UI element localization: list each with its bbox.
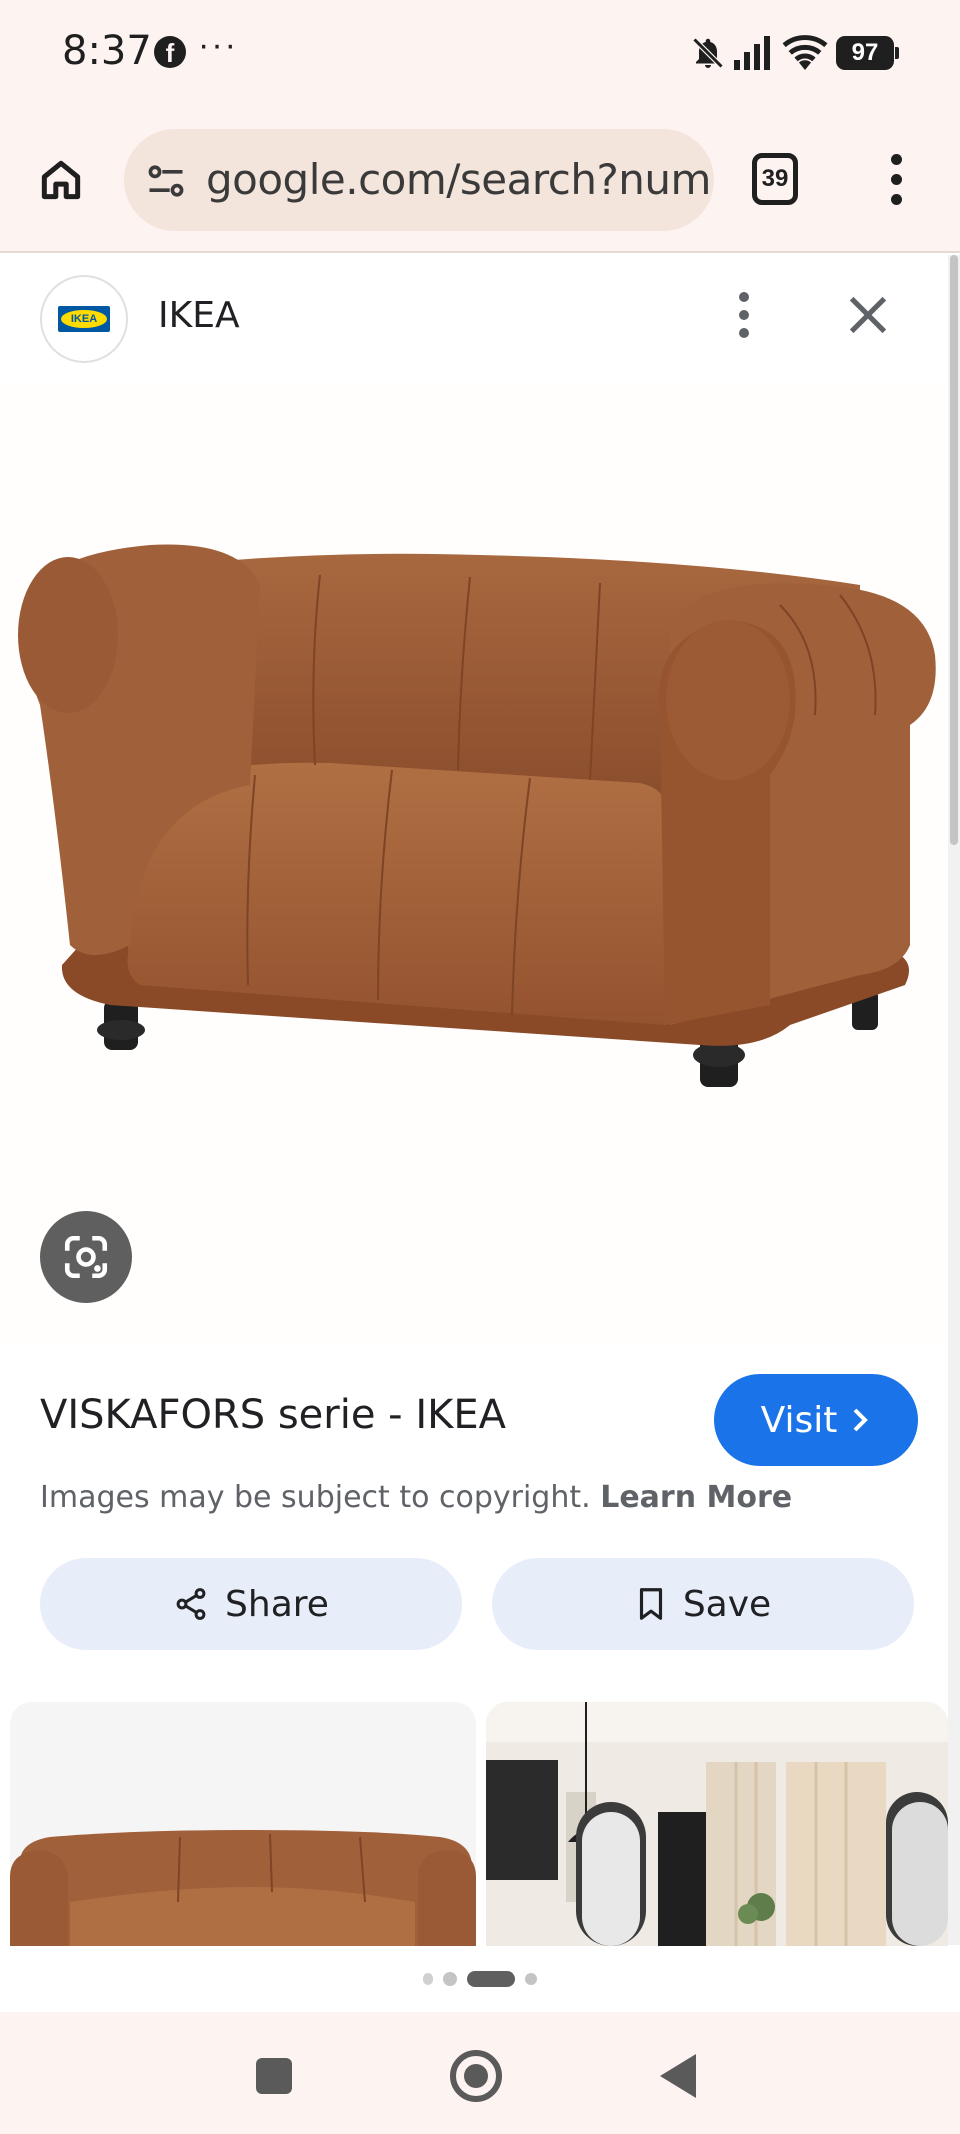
more-vert-icon — [739, 292, 749, 302]
share-icon — [176, 1588, 206, 1620]
google-lens-icon — [64, 1235, 108, 1279]
more-vert-icon — [890, 153, 902, 165]
site-name[interactable]: IKEA — [158, 295, 240, 336]
pager-dot-active[interactable] — [467, 1971, 515, 1987]
related-sofa-image — [10, 1702, 476, 1946]
home-circle-icon — [464, 2064, 488, 2088]
visit-button[interactable]: Visit — [714, 1374, 918, 1466]
home-icon — [41, 160, 81, 200]
browser-toolbar: google.com/search?num=8 39 — [0, 105, 960, 253]
copyright-text: Images may be subject to copyright. — [40, 1480, 591, 1515]
status-icons: 97 — [690, 34, 899, 72]
image-preview[interactable] — [0, 385, 945, 1345]
site-settings-icon[interactable] — [144, 159, 188, 203]
image-pager — [0, 1946, 960, 2012]
google-lens-button[interactable] — [40, 1211, 132, 1303]
sofa-image — [18, 544, 936, 1087]
image-panel-header: IKEA IKEA — [0, 255, 945, 385]
wifi-icon — [782, 35, 828, 71]
pager-dot[interactable] — [423, 1973, 433, 1985]
share-button[interactable]: Share — [40, 1558, 462, 1650]
pager-dot[interactable] — [525, 1973, 537, 1985]
recents-button[interactable] — [256, 2058, 292, 2094]
battery-icon: 97 — [836, 36, 899, 70]
bookmark-icon — [639, 1588, 662, 1620]
address-bar[interactable]: google.com/search?num=8 — [124, 129, 714, 231]
visit-label: Visit — [760, 1399, 838, 1441]
result-title[interactable]: VISKAFORS serie - IKEA — [40, 1392, 506, 1438]
share-label: Share — [225, 1583, 329, 1625]
back-button[interactable] — [660, 2054, 696, 2098]
scrollbar-thumb[interactable] — [950, 255, 958, 845]
status-time: 8:37 — [62, 28, 152, 74]
url-text: google.com/search?num=8 — [206, 155, 714, 204]
ikea-logo-icon: IKEA — [58, 306, 110, 332]
close-icon[interactable] — [840, 287, 896, 343]
status-bar: 8:37 f ··· 97 — [0, 0, 960, 105]
chevron-right-icon — [853, 1408, 869, 1432]
cellular-signal-icon — [734, 36, 770, 70]
site-logo[interactable]: IKEA — [40, 275, 128, 363]
learn-more-link[interactable]: Learn More — [600, 1480, 792, 1515]
system-navigation-bar — [0, 2012, 960, 2134]
home-nav-button[interactable] — [450, 2050, 502, 2102]
panel-more-button[interactable] — [724, 285, 764, 345]
tab-switcher-button[interactable]: 39 — [752, 153, 798, 205]
facebook-notification-icon: f — [154, 36, 186, 68]
related-image[interactable] — [10, 1702, 476, 1946]
more-notifications-icon: ··· — [198, 26, 238, 64]
bell-off-icon — [692, 37, 724, 69]
browser-menu-button[interactable] — [876, 147, 916, 211]
save-button[interactable]: Save — [492, 1558, 914, 1650]
home-button[interactable] — [30, 149, 92, 211]
pager-dot[interactable] — [443, 1972, 457, 1986]
copyright-notice: Images may be subject to copyright. Lear… — [40, 1480, 792, 1515]
related-room-image — [486, 1702, 948, 1946]
save-label: Save — [682, 1583, 772, 1625]
related-image[interactable] — [486, 1702, 948, 1946]
